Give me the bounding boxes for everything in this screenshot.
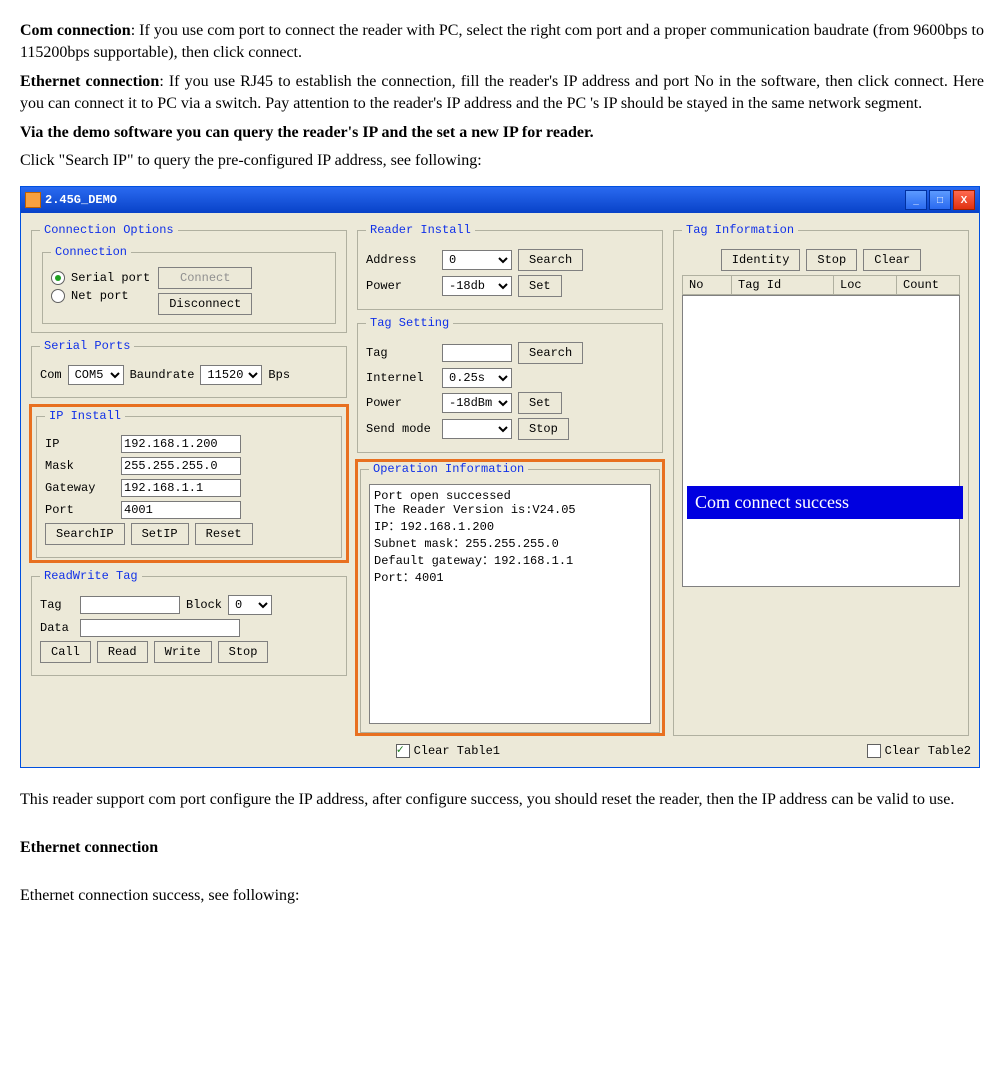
ts-sendmode-select[interactable] (442, 419, 512, 439)
rw-data-label: Data (40, 621, 74, 635)
address-select[interactable]: 0 (442, 250, 512, 270)
ts-search-button[interactable]: Search (518, 342, 583, 364)
rw-tag-label: Tag (40, 598, 74, 612)
para-ethernet-success: Ethernet connection success, see followi… (20, 880, 984, 912)
col-count: Count (897, 276, 959, 294)
tag-setting-group: Tag Setting Tag Search Internel 0.25s Po… (357, 316, 663, 453)
para-query-ip-heading: Via the demo software you can query the … (20, 122, 984, 144)
demo-app-screenshot: 2.45G_DEMO _ □ X Connection Options Conn… (20, 186, 980, 767)
gateway-label: Gateway (45, 481, 115, 495)
operation-information-legend: Operation Information (369, 462, 528, 476)
para-search-ip: Click "Search IP" to query the pre-confi… (20, 150, 984, 172)
connect-button[interactable]: Connect (158, 267, 252, 289)
rw-data-field[interactable] (80, 619, 240, 637)
para-ethernet-heading: Ethernet connection (20, 832, 984, 864)
serial-ports-legend: Serial Ports (40, 339, 134, 353)
connection-options-legend: Connection Options (40, 223, 178, 237)
ip-install-group: IP Install IP Mask Gateway Port SearchIP… (36, 409, 342, 558)
reader-power-select[interactable]: -18db (442, 276, 512, 296)
reset-button[interactable]: Reset (195, 523, 253, 545)
ts-tag-field[interactable] (442, 344, 512, 362)
tag-information-legend: Tag Information (682, 223, 798, 237)
col-no: No (683, 276, 732, 294)
port-field[interactable] (121, 501, 241, 519)
bps-label: Bps (268, 368, 290, 382)
ts-set-button[interactable]: Set (518, 392, 562, 414)
ip-install-legend: IP Install (45, 409, 125, 423)
serial-ports-group: Serial Ports Com COM5 Baundrate 115200 B… (31, 339, 347, 398)
connection-legend: Connection (51, 245, 131, 259)
clear-table2-checkbox[interactable]: Clear Table2 (867, 744, 971, 758)
col-tagid: Tag Id (732, 276, 834, 294)
rw-block-select[interactable]: 0 (228, 595, 272, 615)
tag-information-group: Tag Information Identity Stop Clear No T… (673, 223, 969, 736)
connection-group: Connection Serial port Net port Connect … (42, 245, 336, 324)
com-select[interactable]: COM5 (68, 365, 124, 385)
ip-field[interactable] (121, 435, 241, 453)
reader-install-legend: Reader Install (366, 223, 475, 237)
ts-internel-select[interactable]: 0.25s (442, 368, 512, 388)
para-ethernet-connection: Ethernet connection: If you use RJ45 to … (20, 71, 984, 116)
clear-table1-checkbox[interactable]: Clear Table1 (396, 744, 500, 758)
window-titlebar: 2.45G_DEMO _ □ X (21, 187, 979, 213)
net-port-label: Net port (71, 289, 129, 303)
serial-port-label: Serial port (71, 271, 150, 285)
operation-information-group: Operation Information Port open successe… (360, 462, 660, 733)
address-label: Address (366, 253, 436, 267)
rw-tag-field[interactable] (80, 596, 180, 614)
ts-sendmode-label: Send mode (366, 422, 436, 436)
ip-label: IP (45, 437, 115, 451)
readwrite-tag-legend: ReadWrite Tag (40, 569, 142, 583)
net-port-radio[interactable] (51, 289, 65, 303)
ts-stop-button[interactable]: Stop (518, 418, 569, 440)
reader-power-label: Power (366, 279, 436, 293)
ip-install-highlight: IP Install IP Mask Gateway Port SearchIP… (29, 404, 349, 563)
connection-options-group: Connection Options Connection Serial por… (31, 223, 347, 333)
operation-log: Port open successed The Reader Version i… (369, 484, 651, 724)
baudrate-select[interactable]: 115200 (200, 365, 262, 385)
col-loc: Loc (834, 276, 897, 294)
opinfo-highlight: Operation Information Port open successe… (355, 459, 665, 736)
searchip-button[interactable]: SearchIP (45, 523, 125, 545)
baudrate-label: Baundrate (130, 368, 195, 382)
readwrite-tag-group: ReadWrite Tag Tag Block 0 Data Call Read (31, 569, 347, 676)
rw-block-label: Block (186, 598, 222, 612)
minimize-button[interactable]: _ (905, 190, 927, 210)
ts-internel-label: Internel (366, 371, 436, 385)
setip-button[interactable]: SetIP (131, 523, 189, 545)
ti-stop-button[interactable]: Stop (806, 249, 857, 271)
app-icon (25, 192, 41, 208)
port-label: Port (45, 503, 115, 517)
gateway-field[interactable] (121, 479, 241, 497)
ts-power-label: Power (366, 396, 436, 410)
ts-tag-label: Tag (366, 346, 436, 360)
para-com-connection: Com connection: If you use com port to c… (20, 20, 984, 65)
reader-search-button[interactable]: Search (518, 249, 583, 271)
para-after-screenshot: This reader support com port configure t… (20, 784, 984, 816)
tag-grid-body: Com connect success (682, 295, 960, 587)
disconnect-button[interactable]: Disconnect (158, 293, 252, 315)
tag-grid-header: No Tag Id Loc Count (682, 275, 960, 295)
identity-button[interactable]: Identity (721, 249, 801, 271)
serial-port-radio[interactable] (51, 271, 65, 285)
write-button[interactable]: Write (154, 641, 212, 663)
read-button[interactable]: Read (97, 641, 148, 663)
reader-set-button[interactable]: Set (518, 275, 562, 297)
com-label: Com (40, 368, 62, 382)
maximize-button[interactable]: □ (929, 190, 951, 210)
connect-success-overlay: Com connect success (687, 486, 963, 519)
ts-power-select[interactable]: -18dBm (442, 393, 512, 413)
ti-clear-button[interactable]: Clear (863, 249, 921, 271)
close-button[interactable]: X (953, 190, 975, 210)
tag-setting-legend: Tag Setting (366, 316, 453, 330)
reader-install-group: Reader Install Address 0 Search Power -1… (357, 223, 663, 310)
call-button[interactable]: Call (40, 641, 91, 663)
window-title: 2.45G_DEMO (45, 193, 117, 207)
mask-label: Mask (45, 459, 115, 473)
rw-stop-button[interactable]: Stop (218, 641, 269, 663)
mask-field[interactable] (121, 457, 241, 475)
